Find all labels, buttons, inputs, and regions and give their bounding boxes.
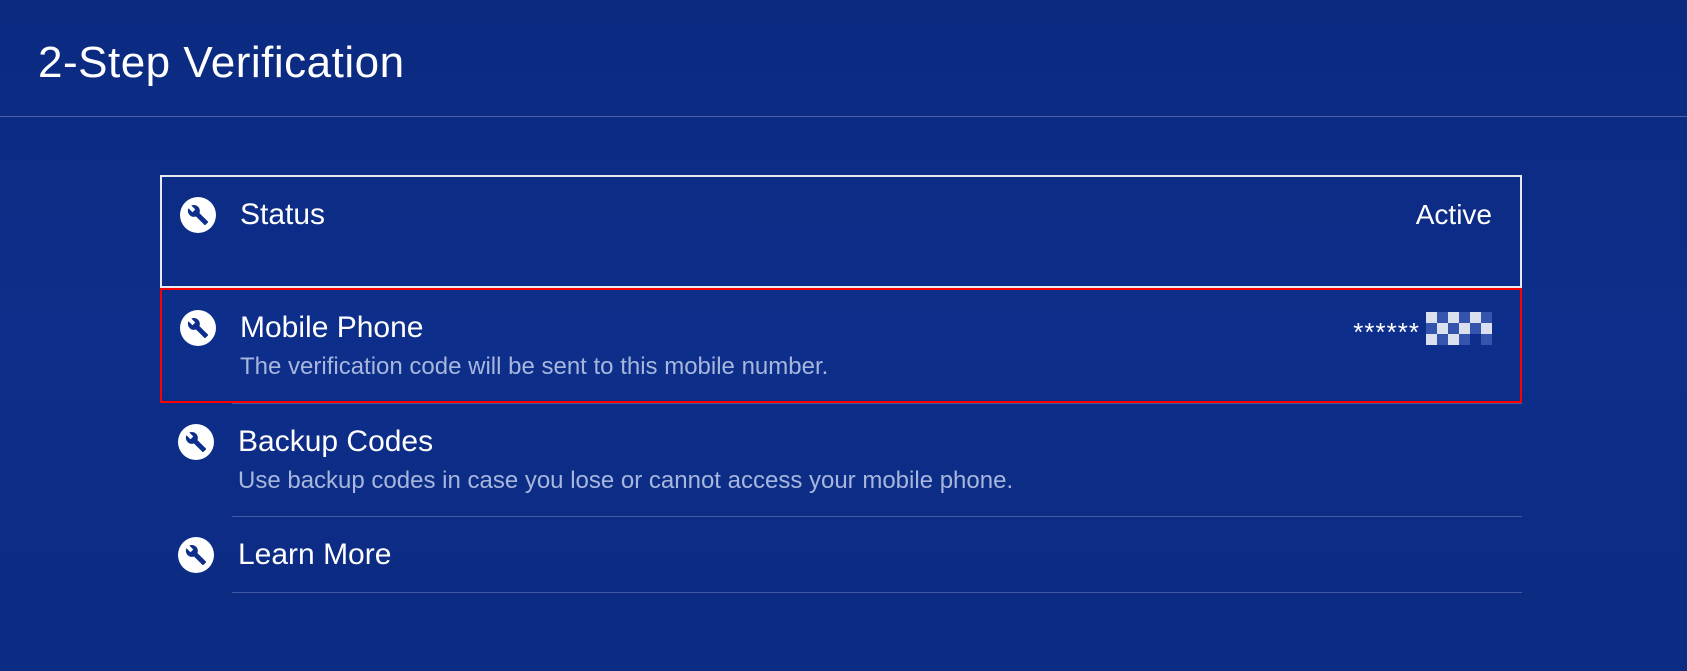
item-status[interactable]: Status Active — [160, 175, 1522, 288]
header: 2-Step Verification — [0, 0, 1687, 116]
item-status-label: Status — [240, 195, 1396, 234]
item-mobile-phone-desc: The verification code will be sent to th… — [240, 351, 1353, 383]
item-mobile-phone-value: ****** — [1353, 312, 1492, 345]
item-status-value: Active — [1416, 199, 1492, 231]
item-mobile-phone[interactable]: Mobile Phone The verification code will … — [160, 288, 1522, 403]
masked-prefix: ****** — [1353, 317, 1420, 348]
redacted-digits-icon — [1426, 312, 1492, 345]
item-backup-codes-desc: Use backup codes in case you lose or can… — [238, 465, 1494, 497]
row-divider — [232, 592, 1522, 593]
item-learn-more[interactable]: Learn More — [160, 517, 1522, 592]
wrench-icon — [178, 537, 214, 573]
wrench-icon — [178, 424, 214, 460]
item-mobile-phone-label: Mobile Phone — [240, 308, 1353, 347]
wrench-icon — [180, 310, 216, 346]
item-learn-more-label: Learn More — [238, 535, 1494, 574]
item-backup-codes[interactable]: Backup Codes Use backup codes in case yo… — [160, 404, 1522, 515]
item-backup-codes-label: Backup Codes — [238, 422, 1494, 461]
settings-list: Status Active Mobile Phone The verificat… — [0, 117, 1687, 593]
wrench-icon — [180, 197, 216, 233]
page-title: 2-Step Verification — [38, 38, 1687, 88]
